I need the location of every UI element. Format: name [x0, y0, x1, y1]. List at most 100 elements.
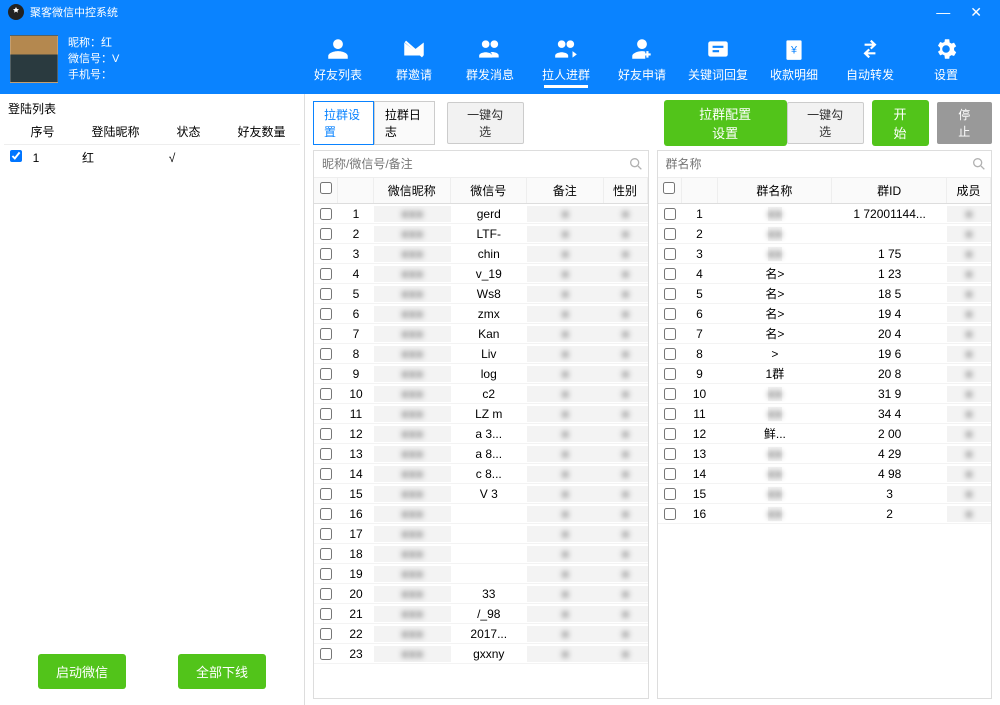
group-row[interactable]: 3■■1 75■ [658, 244, 992, 264]
friend-row-checkbox[interactable] [320, 628, 332, 640]
friend-row[interactable]: 6■■■zmx■■ [314, 304, 648, 324]
friend-row-checkbox[interactable] [320, 288, 332, 300]
group-row-checkbox[interactable] [664, 328, 676, 340]
nav-item-4[interactable]: 好友申请 [604, 24, 680, 94]
friend-row[interactable]: 21■■■/_98■■ [314, 604, 648, 624]
select-all-right-button[interactable]: 一键勾选 [787, 102, 864, 144]
friends-select-all-checkbox[interactable] [320, 182, 332, 194]
group-row[interactable]: 11■■34 4■ [658, 404, 992, 424]
group-row-checkbox[interactable] [664, 228, 676, 240]
friend-row-checkbox[interactable] [320, 608, 332, 620]
select-all-left-button[interactable]: 一键勾选 [447, 102, 524, 144]
friend-row-checkbox[interactable] [320, 228, 332, 240]
group-row[interactable]: 14■■4 98■ [658, 464, 992, 484]
friend-row-checkbox[interactable] [320, 588, 332, 600]
group-row[interactable]: 10■■31 9■ [658, 384, 992, 404]
group-row[interactable]: 1■■1 72001144...■ [658, 204, 992, 224]
nav-item-2[interactable]: 群发消息 [452, 24, 528, 94]
nav-item-1[interactable]: 群邀请 [376, 24, 452, 94]
close-button[interactable]: ✕ [960, 4, 992, 21]
friend-row-checkbox[interactable] [320, 508, 332, 520]
group-row[interactable]: 16■■2■ [658, 504, 992, 524]
group-row-checkbox[interactable] [664, 508, 676, 520]
nav-item-8[interactable]: 设置 [908, 24, 984, 94]
friend-row[interactable]: 19■■■■■ [314, 564, 648, 584]
friend-row[interactable]: 9■■■log■■ [314, 364, 648, 384]
tab-group-log[interactable]: 拉群日志 [374, 101, 435, 145]
friend-row[interactable]: 11■■■LZ m■■ [314, 404, 648, 424]
friend-row-checkbox[interactable] [320, 648, 332, 660]
group-config-button[interactable]: 拉群配置设置 [664, 100, 787, 146]
group-row[interactable]: 6名>19 4■ [658, 304, 992, 324]
friend-row[interactable]: 1■■■gerd■■ [314, 204, 648, 224]
group-row-checkbox[interactable] [664, 428, 676, 440]
group-row[interactable]: 2■■■ [658, 224, 992, 244]
minimize-button[interactable]: — [926, 4, 960, 20]
groups-search-input[interactable] [662, 153, 972, 175]
friend-row-checkbox[interactable] [320, 388, 332, 400]
friend-row[interactable]: 17■■■■■ [314, 524, 648, 544]
friend-row[interactable]: 13■■■a 8...■■ [314, 444, 648, 464]
friend-row[interactable]: 8■■■Liv■■ [314, 344, 648, 364]
group-row[interactable]: 5名>18 5■ [658, 284, 992, 304]
group-row-checkbox[interactable] [664, 208, 676, 220]
friend-row-checkbox[interactable] [320, 528, 332, 540]
group-row-checkbox[interactable] [664, 368, 676, 380]
friend-row-checkbox[interactable] [320, 448, 332, 460]
nav-item-3[interactable]: 拉人进群 [528, 24, 604, 94]
friend-row-checkbox[interactable] [320, 548, 332, 560]
group-row[interactable]: 15■■3■ [658, 484, 992, 504]
group-row-checkbox[interactable] [664, 348, 676, 360]
groups-select-all-checkbox[interactable] [663, 182, 675, 194]
friend-row[interactable]: 15■■■V 3■■ [314, 484, 648, 504]
group-row-checkbox[interactable] [664, 468, 676, 480]
group-row-checkbox[interactable] [664, 448, 676, 460]
friend-row[interactable]: 7■■■Kan■■ [314, 324, 648, 344]
friend-row[interactable]: 12■■■a 3...■■ [314, 424, 648, 444]
friend-row-checkbox[interactable] [320, 428, 332, 440]
nav-item-5[interactable]: 关键词回复 [680, 24, 756, 94]
friend-row[interactable]: 20■■■33■■ [314, 584, 648, 604]
group-row[interactable]: 13■■4 29■ [658, 444, 992, 464]
login-row[interactable]: 1红√ [4, 145, 300, 170]
stop-button[interactable]: 停止 [937, 102, 992, 144]
nav-item-7[interactable]: 自动转发 [832, 24, 908, 94]
group-row-checkbox[interactable] [664, 268, 676, 280]
group-row-checkbox[interactable] [664, 388, 676, 400]
tab-group-settings[interactable]: 拉群设置 [313, 101, 374, 145]
friend-row-checkbox[interactable] [320, 268, 332, 280]
group-row-checkbox[interactable] [664, 488, 676, 500]
group-row-checkbox[interactable] [664, 248, 676, 260]
group-row[interactable]: 4名>1 23■ [658, 264, 992, 284]
group-row[interactable]: 12鲜...2 00■ [658, 424, 992, 444]
friend-row-checkbox[interactable] [320, 308, 332, 320]
friend-row[interactable]: 3■■■chin■■ [314, 244, 648, 264]
group-row[interactable]: 91群20 8■ [658, 364, 992, 384]
nav-item-6[interactable]: ¥收款明细 [756, 24, 832, 94]
friend-row[interactable]: 2■■■LTF-■■ [314, 224, 648, 244]
friend-row-checkbox[interactable] [320, 368, 332, 380]
friend-row[interactable]: 22■■■2017...■■ [314, 624, 648, 644]
group-row[interactable]: 7名>20 4■ [658, 324, 992, 344]
friend-row[interactable]: 14■■■c 8...■■ [314, 464, 648, 484]
friend-row[interactable]: 16■■■■■ [314, 504, 648, 524]
login-row-checkbox[interactable] [10, 150, 22, 162]
friend-row-checkbox[interactable] [320, 408, 332, 420]
friend-row-checkbox[interactable] [320, 208, 332, 220]
group-row-checkbox[interactable] [664, 408, 676, 420]
start-button[interactable]: 开始 [872, 100, 929, 146]
friend-row[interactable]: 23■■■gxxny■■ [314, 644, 648, 664]
start-wechat-button[interactable]: 启动微信 [38, 654, 126, 689]
nav-item-0[interactable]: 好友列表 [300, 24, 376, 94]
friends-search-input[interactable] [318, 153, 628, 175]
friend-row-checkbox[interactable] [320, 348, 332, 360]
friend-row-checkbox[interactable] [320, 328, 332, 340]
group-row-checkbox[interactable] [664, 288, 676, 300]
friend-row-checkbox[interactable] [320, 468, 332, 480]
group-row[interactable]: 8>19 6■ [658, 344, 992, 364]
group-row-checkbox[interactable] [664, 308, 676, 320]
friend-row-checkbox[interactable] [320, 488, 332, 500]
friend-row[interactable]: 10■■■c2■■ [314, 384, 648, 404]
friend-row-checkbox[interactable] [320, 568, 332, 580]
friend-row-checkbox[interactable] [320, 248, 332, 260]
